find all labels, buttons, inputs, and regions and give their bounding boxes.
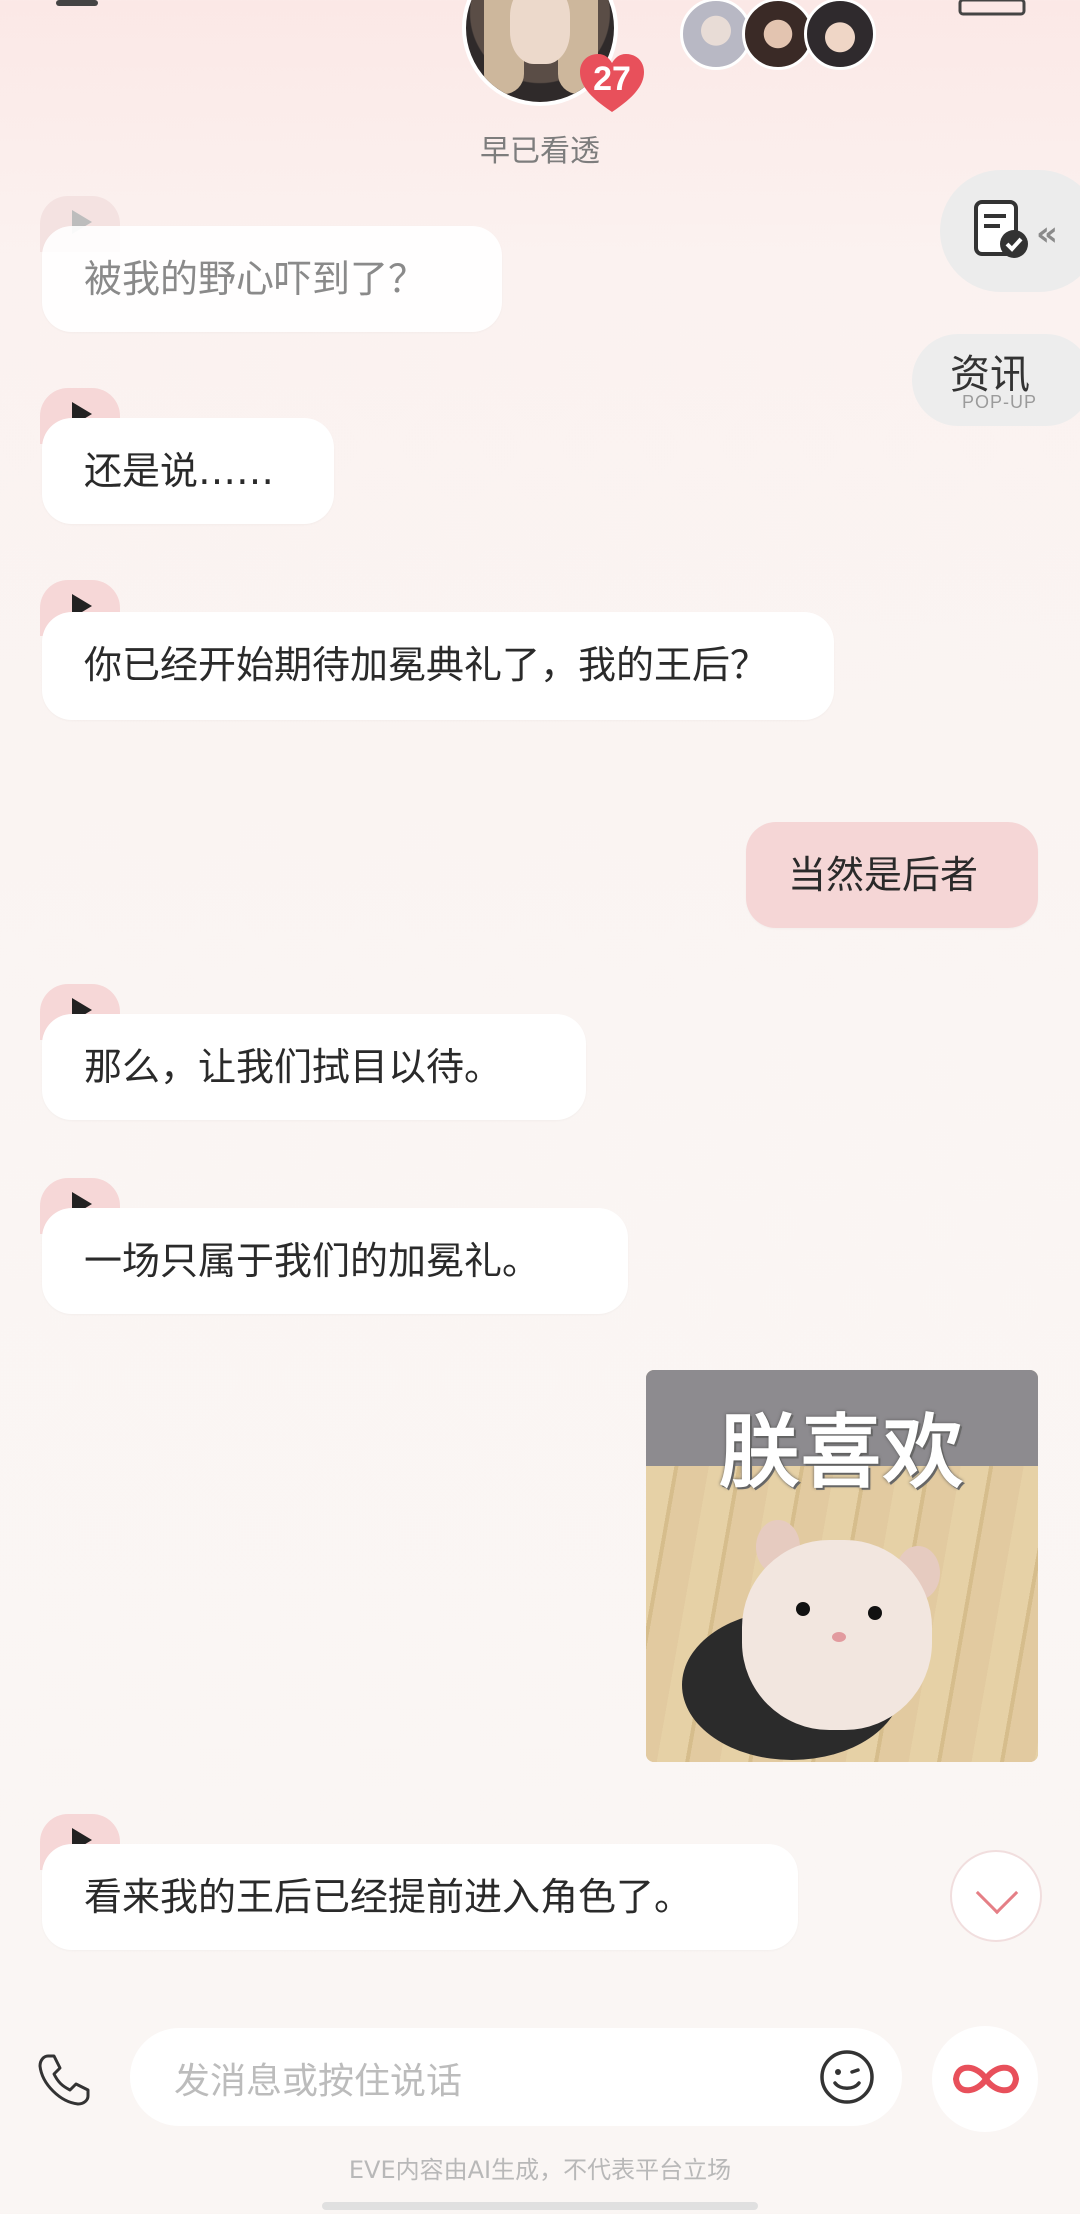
more-menu-icon[interactable] [958, 0, 1026, 20]
sticker-caption: 朕喜欢 [719, 1406, 965, 1499]
scroll-to-bottom-button[interactable] [950, 1850, 1042, 1942]
message-bubble[interactable]: 你已经开始期待加冕典礼了，我的王后？ [42, 612, 834, 720]
sticker-image[interactable]: 朕喜欢 [646, 1370, 1038, 1762]
message-text: 一场只属于我们的加冕礼。 [84, 1239, 541, 1283]
message-text: 那么，让我们拭目以待。 [84, 1045, 503, 1089]
message-text: 看来我的王后已经提前进入角色了。 [84, 1875, 693, 1919]
input-placeholder: 发消息或按住说话 [174, 2061, 463, 2102]
message-bubble[interactable]: 被我的野心吓到了？ [42, 226, 502, 332]
message-bubble[interactable]: 一场只属于我们的加冕礼。 [42, 1208, 628, 1314]
phone-icon[interactable] [34, 2050, 94, 2110]
home-indicator[interactable] [322, 2202, 758, 2210]
ai-disclaimer: EVE内容由AI生成，不代表平台立场 [348, 2156, 732, 2184]
message-text: 被我的野心吓到了？ [84, 257, 427, 301]
task-list-icon [974, 200, 1028, 258]
message-bubble[interactable]: 那么，让我们拭目以待。 [42, 1014, 586, 1120]
avatar[interactable] [804, 0, 876, 70]
message-text: 还是说…… [84, 449, 275, 493]
menu-icon[interactable] [56, 0, 98, 6]
message-bubble[interactable]: 还是说…… [42, 418, 334, 524]
character-name[interactable]: 早已看透 [390, 126, 690, 170]
chevron-down-icon [975, 1871, 1019, 1915]
infinity-icon [952, 2064, 1020, 2094]
message-bubble[interactable]: 看来我的王后已经提前进入角色了。 [42, 1844, 798, 1950]
message-text: 当然是后者 [788, 853, 979, 897]
message-input[interactable]: 发消息或按住说话 [130, 2028, 902, 2126]
user-message-bubble[interactable]: 当然是后者 [746, 822, 1038, 928]
news-subtitle: POP-UP [962, 392, 1038, 412]
emoji-icon[interactable] [818, 2048, 876, 2106]
affection-level: 27 [593, 60, 631, 98]
collapse-arrows-icon: ‹‹ [1036, 214, 1058, 254]
message-text: 你已经开始期待加冕典礼了，我的王后？ [84, 643, 769, 687]
